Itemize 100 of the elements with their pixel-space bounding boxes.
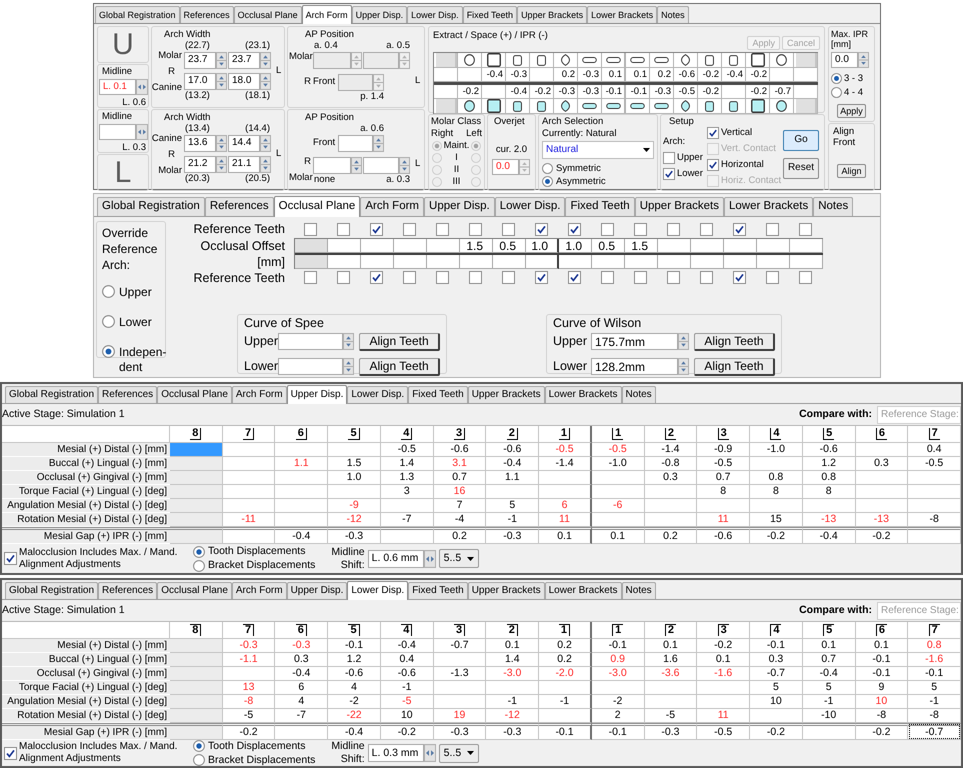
- number-field[interactable]: 21.2: [184, 156, 216, 172]
- number-field[interactable]: [363, 156, 399, 174]
- table-cell[interactable]: [361, 239, 394, 253]
- spin-arrows-icon[interactable]: [343, 333, 354, 350]
- table-cell[interactable]: 0.7: [697, 471, 750, 485]
- tab[interactable]: References: [98, 582, 158, 599]
- midline-shift-field[interactable]: L. 0.3 mm: [368, 744, 424, 762]
- table-cell[interactable]: -0.6: [328, 667, 381, 681]
- spin-arrows-icon[interactable]: [399, 156, 410, 174]
- checkbox[interactable]: [4, 552, 17, 565]
- table-cell[interactable]: 0.9: [592, 653, 645, 667]
- table-cell[interactable]: 0.1: [856, 639, 908, 653]
- checkbox[interactable]: [707, 158, 719, 170]
- tab[interactable]: References: [204, 197, 274, 216]
- table-cell[interactable]: -2: [592, 695, 645, 709]
- table-cell[interactable]: 1.2: [802, 457, 856, 471]
- table-cell[interactable]: -0.2: [222, 723, 276, 740]
- table-cell[interactable]: -0.4: [380, 639, 434, 653]
- table-cell[interactable]: -0.2: [458, 85, 482, 99]
- checkbox[interactable]: [568, 223, 581, 236]
- tab[interactable]: Arch Form: [232, 582, 287, 599]
- number-field[interactable]: 0.0: [831, 52, 858, 68]
- table-cell[interactable]: 1.5: [328, 457, 381, 471]
- table-cell[interactable]: 19: [434, 709, 486, 723]
- table-cell[interactable]: 11: [697, 513, 750, 527]
- tab[interactable]: Global Registration: [95, 6, 180, 23]
- table-cell[interactable]: -3.6: [644, 667, 698, 681]
- table-cell[interactable]: [275, 723, 328, 740]
- table-cell[interactable]: 1.1: [486, 471, 540, 485]
- table-cell[interactable]: -13: [802, 513, 856, 527]
- checkbox[interactable]: [766, 223, 779, 236]
- table-cell[interactable]: [460, 255, 493, 269]
- table-cell[interactable]: -0.6: [380, 667, 434, 681]
- checkbox[interactable]: [766, 271, 779, 284]
- checkbox[interactable]: [667, 271, 680, 284]
- table-cell[interactable]: -0.3: [486, 527, 540, 544]
- table-cell[interactable]: 13: [222, 681, 276, 695]
- table-cell[interactable]: -3.0: [592, 667, 645, 681]
- tab[interactable]: Occlusal Plane: [157, 386, 232, 403]
- table-cell[interactable]: -0.2: [856, 527, 908, 544]
- table-cell[interactable]: -0.3: [434, 723, 486, 740]
- spin-arrows-icon[interactable]: [678, 358, 689, 375]
- checkbox[interactable]: [568, 271, 581, 284]
- table-cell[interactable]: [802, 723, 856, 740]
- table-cell[interactable]: 0.7: [434, 471, 486, 485]
- tab[interactable]: Lower Brackets: [544, 582, 622, 599]
- tab[interactable]: References: [98, 386, 158, 403]
- spin-arrows-icon[interactable]: [399, 52, 410, 68]
- table-cell[interactable]: 1.4: [380, 457, 434, 471]
- tab[interactable]: Fixed Teeth: [462, 6, 518, 23]
- table-cell[interactable]: -0.3: [650, 85, 674, 99]
- table-cell[interactable]: -0.5: [697, 723, 750, 740]
- spin-arrows-icon[interactable]: [216, 156, 227, 172]
- table-cell[interactable]: -0.2: [856, 723, 908, 740]
- table-cell[interactable]: -0.1: [592, 723, 645, 740]
- table-cell[interactable]: 3.1: [434, 457, 486, 471]
- go-button[interactable]: Go: [783, 130, 819, 150]
- table-cell[interactable]: -0.4: [486, 457, 540, 471]
- align-teeth-button[interactable]: Align Teeth: [359, 332, 440, 350]
- table-cell[interactable]: -0.1: [626, 85, 650, 99]
- table-cell[interactable]: [757, 239, 790, 253]
- table-cell[interactable]: -0.2: [750, 723, 803, 740]
- checkbox[interactable]: [469, 271, 482, 284]
- align-teeth-button[interactable]: Align Teeth: [359, 358, 440, 376]
- table-cell[interactable]: -1.4: [644, 443, 698, 457]
- table-cell[interactable]: -0.1: [856, 653, 908, 667]
- checkbox[interactable]: [370, 223, 383, 236]
- tab[interactable]: Occlusal Plane: [157, 582, 232, 599]
- table-cell[interactable]: 8: [697, 485, 750, 499]
- table-cell[interactable]: [380, 527, 434, 544]
- checkbox[interactable]: [469, 223, 482, 236]
- tab[interactable]: Upper Brackets: [634, 197, 724, 216]
- table-cell[interactable]: 0.2: [644, 527, 698, 544]
- table-cell[interactable]: -0.7: [908, 723, 961, 740]
- checkbox[interactable]: [502, 271, 515, 284]
- table-cell[interactable]: 16: [434, 485, 486, 499]
- table-cell[interactable]: 0.4: [380, 653, 434, 667]
- table-cell[interactable]: -3.0: [486, 667, 540, 681]
- tab[interactable]: References: [180, 6, 234, 23]
- table-cell[interactable]: 5: [802, 681, 856, 695]
- table-cell[interactable]: -1: [908, 695, 961, 709]
- table-cell[interactable]: 0.1: [644, 639, 698, 653]
- spin-arrows-icon[interactable]: [858, 52, 869, 68]
- checkbox[interactable]: [601, 271, 614, 284]
- table-cell[interactable]: -1.3: [434, 667, 486, 681]
- align-teeth-button[interactable]: Align Teeth: [694, 358, 775, 376]
- table-cell[interactable]: [539, 709, 592, 723]
- spin-arrows-icon[interactable]: [678, 333, 689, 350]
- number-field[interactable]: [338, 134, 373, 152]
- table-cell[interactable]: 10: [856, 695, 908, 709]
- table-cell[interactable]: [658, 239, 691, 253]
- checkbox[interactable]: [370, 271, 383, 284]
- table-cell[interactable]: [625, 255, 658, 269]
- table-cell[interactable]: -5: [644, 709, 698, 723]
- table-cell[interactable]: -6: [592, 499, 645, 513]
- table-cell[interactable]: -12: [328, 513, 381, 527]
- table-cell[interactable]: 0.1: [592, 527, 645, 544]
- spin-arrows-icon[interactable]: [351, 52, 362, 68]
- tab[interactable]: Occlusal Plane: [274, 196, 360, 217]
- table-cell[interactable]: [427, 239, 460, 253]
